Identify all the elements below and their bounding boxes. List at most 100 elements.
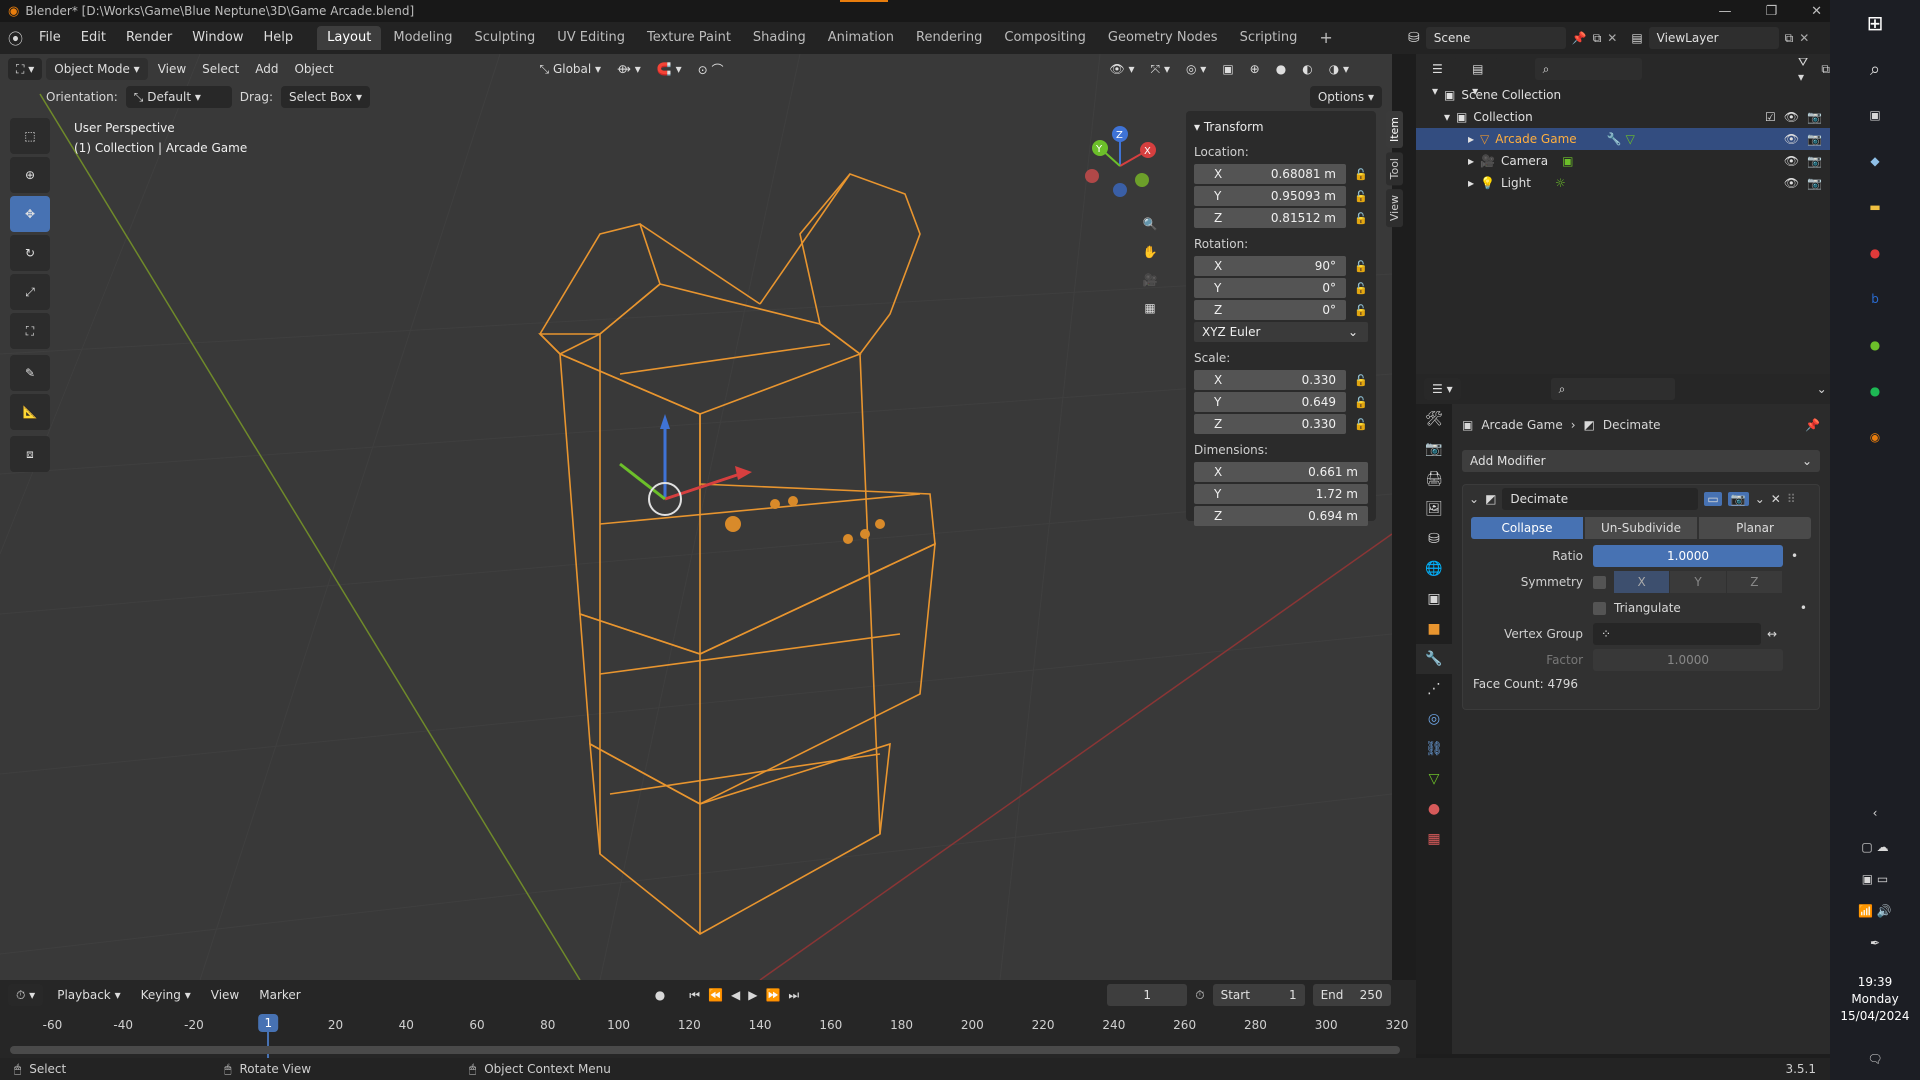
close-button[interactable]: ✕ [1811, 4, 1822, 19]
modifier-tab-icon[interactable]: 🔧 [1416, 644, 1452, 674]
triangulate-checkbox[interactable] [1593, 601, 1606, 615]
blender-taskbar-icon[interactable]: ◉ [1830, 414, 1920, 460]
xray-toggle-icon[interactable]: ▣ [1216, 62, 1239, 76]
location-z-field[interactable]: Z 0.81512 m [1194, 208, 1346, 228]
remove-modifier-icon[interactable]: ✕ [1771, 492, 1781, 506]
tab-sculpting[interactable]: Sculpting [465, 26, 546, 50]
new-view-layer-icon[interactable]: ⧉ [1785, 31, 1794, 46]
symmetry-axis-x[interactable]: X [1614, 571, 1670, 593]
keyframe-dot-icon[interactable]: • [1791, 549, 1798, 563]
output-tab-icon[interactable]: 🖨 [1416, 464, 1452, 494]
scale-tool[interactable]: ⤢ [10, 274, 50, 310]
data-tab-icon[interactable]: ▽ [1416, 764, 1452, 794]
tab-layout[interactable]: Layout [317, 26, 382, 50]
tab-modeling[interactable]: Modeling [383, 26, 462, 50]
render-camera-icon[interactable]: 📷 [1807, 154, 1822, 168]
render-camera-icon[interactable]: 📷 [1807, 110, 1822, 124]
add-workspace-icon[interactable]: + [1309, 26, 1342, 50]
current-frame-field[interactable]: 1 [1107, 984, 1188, 1006]
render-camera-icon[interactable]: 📷 [1807, 132, 1822, 146]
shading-material-icon[interactable]: ◐ [1296, 62, 1318, 76]
pivot-icon[interactable]: ⟴ ▾ [611, 62, 647, 76]
timeline-ruler[interactable]: -60 -40 -20 1 20 40 60 80 100 120 140 160 180 200 220 2… [0, 1010, 1416, 1068]
start-frame-field[interactable]: Start 1 [1212, 984, 1305, 1006]
measure-tool[interactable]: 📐 [10, 394, 50, 430]
spotify-icon[interactable]: ● [1830, 368, 1920, 414]
tab-shading[interactable]: Shading [743, 26, 816, 50]
object-tab-icon[interactable]: ■ [1416, 614, 1452, 644]
dimensions-y-field[interactable]: Y 1.72 m [1194, 484, 1368, 504]
checkbox-icon[interactable]: ☑ [1765, 110, 1776, 124]
outliner-item-camera[interactable]: ▸ 🎥 Camera ▣ 👁 📷 [1416, 150, 1830, 172]
world-tab-icon[interactable]: 🌐 [1416, 554, 1452, 584]
symmetry-axis-y[interactable]: Y [1670, 571, 1726, 593]
modifier-options-icon[interactable]: ⌄ [1755, 492, 1765, 506]
display-mode-icon[interactable]: ▤ ▾ [1464, 58, 1499, 98]
viewport-menu-object[interactable]: Object [288, 62, 339, 76]
location-y-field[interactable]: Y 0.95093 m [1194, 186, 1346, 206]
camera-data-icon[interactable]: ▣ [1562, 154, 1573, 168]
outliner-item-arcade-game[interactable]: ▸ ▽ Arcade Game 🔧 ▽ 👁 📷 [1416, 128, 1830, 150]
constraints-tab-icon[interactable]: ⛓ [1416, 734, 1452, 764]
task-view-icon[interactable]: ▣ [1830, 92, 1920, 138]
add-cube-tool[interactable]: ⧈ [10, 436, 50, 472]
mode-collapse-button[interactable]: Collapse [1471, 517, 1583, 539]
modifier-name-input[interactable]: Decimate [1502, 488, 1699, 510]
rotation-z-field[interactable]: Z 0° [1194, 300, 1346, 320]
vivaldi-icon[interactable]: ● [1830, 230, 1920, 276]
timeline-menu-keying[interactable]: Keying ▾ [135, 988, 197, 1002]
transform-orientation-dropdown[interactable]: ⤡ Global ▾ [534, 62, 608, 77]
timeline-editor-type-icon[interactable]: ⏱ ▾ [8, 984, 44, 1006]
texture-tab-icon[interactable]: ▦ [1416, 824, 1452, 854]
tab-geometry-nodes[interactable]: Geometry Nodes [1098, 26, 1228, 50]
prev-keyframe-icon[interactable]: ⏪ [708, 988, 723, 1002]
lock-icon[interactable]: 🔓 [1354, 212, 1368, 225]
annotate-tool[interactable]: ✎ [10, 355, 50, 391]
object-mode-dropdown[interactable]: Object Mode ▾ [46, 58, 148, 80]
overlay-toggle-icon[interactable]: ◎ ▾ [1180, 62, 1212, 76]
camera-view-icon[interactable]: 🎥 [1136, 266, 1164, 294]
lock-icon[interactable]: 🔓 [1354, 396, 1368, 409]
play-icon[interactable]: ▶ [748, 988, 757, 1002]
eye-icon[interactable]: 👁 [1784, 132, 1799, 146]
cursor-tool[interactable]: ⊕ [10, 157, 50, 193]
tab-animation[interactable]: Animation [818, 26, 904, 50]
jump-end-icon[interactable]: ⏭ [788, 988, 799, 1003]
dimensions-z-field[interactable]: Z 0.694 m [1194, 506, 1368, 526]
orientation-dropdown[interactable]: ⤡ Default ▾ [125, 86, 232, 108]
3d-viewport[interactable]: ⛶ ▾ Object Mode ▾ View Select Add Object… [0, 54, 1392, 980]
play-reverse-icon[interactable]: ◀ [731, 988, 740, 1002]
viewport-menu-select[interactable]: Select [196, 62, 245, 76]
upwork-icon[interactable]: ● [1830, 322, 1920, 368]
menu-edit[interactable]: Edit [71, 26, 116, 50]
minimize-button[interactable]: — [1718, 4, 1731, 19]
outliner-search-input[interactable]: ⌕ [1534, 58, 1642, 80]
add-modifier-dropdown[interactable]: Add Modifier ⌄ [1462, 450, 1820, 472]
stopwatch-icon[interactable]: ⏱ [1195, 988, 1204, 1003]
tab-compositing[interactable]: Compositing [994, 26, 1096, 50]
sidebar-tab-tool[interactable]: Tool [1386, 152, 1403, 186]
timeline-menu-playback[interactable]: Playback ▾ [51, 988, 126, 1002]
jump-start-icon[interactable]: ⏮ [689, 988, 700, 1003]
new-scene-icon[interactable]: ⧉ [1593, 31, 1602, 46]
timeline-menu-marker[interactable]: Marker [253, 988, 306, 1002]
render-camera-icon[interactable]: 📷 [1807, 176, 1822, 190]
outliner-editor-type-icon[interactable]: ☰ ▾ [1424, 58, 1459, 98]
symmetry-checkbox[interactable] [1593, 575, 1606, 589]
drag-dropdown[interactable]: Select Box ▾ [280, 86, 370, 108]
zoom-icon[interactable]: 🔍 [1136, 210, 1164, 238]
scale-x-field[interactable]: X 0.330 [1194, 370, 1346, 390]
lock-icon[interactable]: 🔓 [1354, 190, 1368, 203]
rotate-tool[interactable]: ↻ [10, 235, 50, 271]
app-icon-calculator[interactable]: ◆ [1830, 138, 1920, 184]
search-icon[interactable]: ⌕ [1830, 46, 1920, 92]
wrench-icon[interactable]: 🔧 [1607, 132, 1622, 146]
scene-tab-icon[interactable]: ⛁ [1416, 524, 1452, 554]
render-tab-icon[interactable]: 📷 [1416, 434, 1452, 464]
symmetry-axis-z[interactable]: Z [1726, 571, 1782, 593]
file-explorer-icon[interactable]: ▬ [1830, 184, 1920, 230]
delete-view-layer-icon[interactable]: ✕ [1799, 31, 1809, 45]
view-layer-tab-icon[interactable]: 🖼 [1416, 494, 1452, 524]
lock-icon[interactable]: 🔓 [1354, 282, 1368, 295]
factor-slider[interactable]: 1.0000 [1593, 649, 1783, 671]
